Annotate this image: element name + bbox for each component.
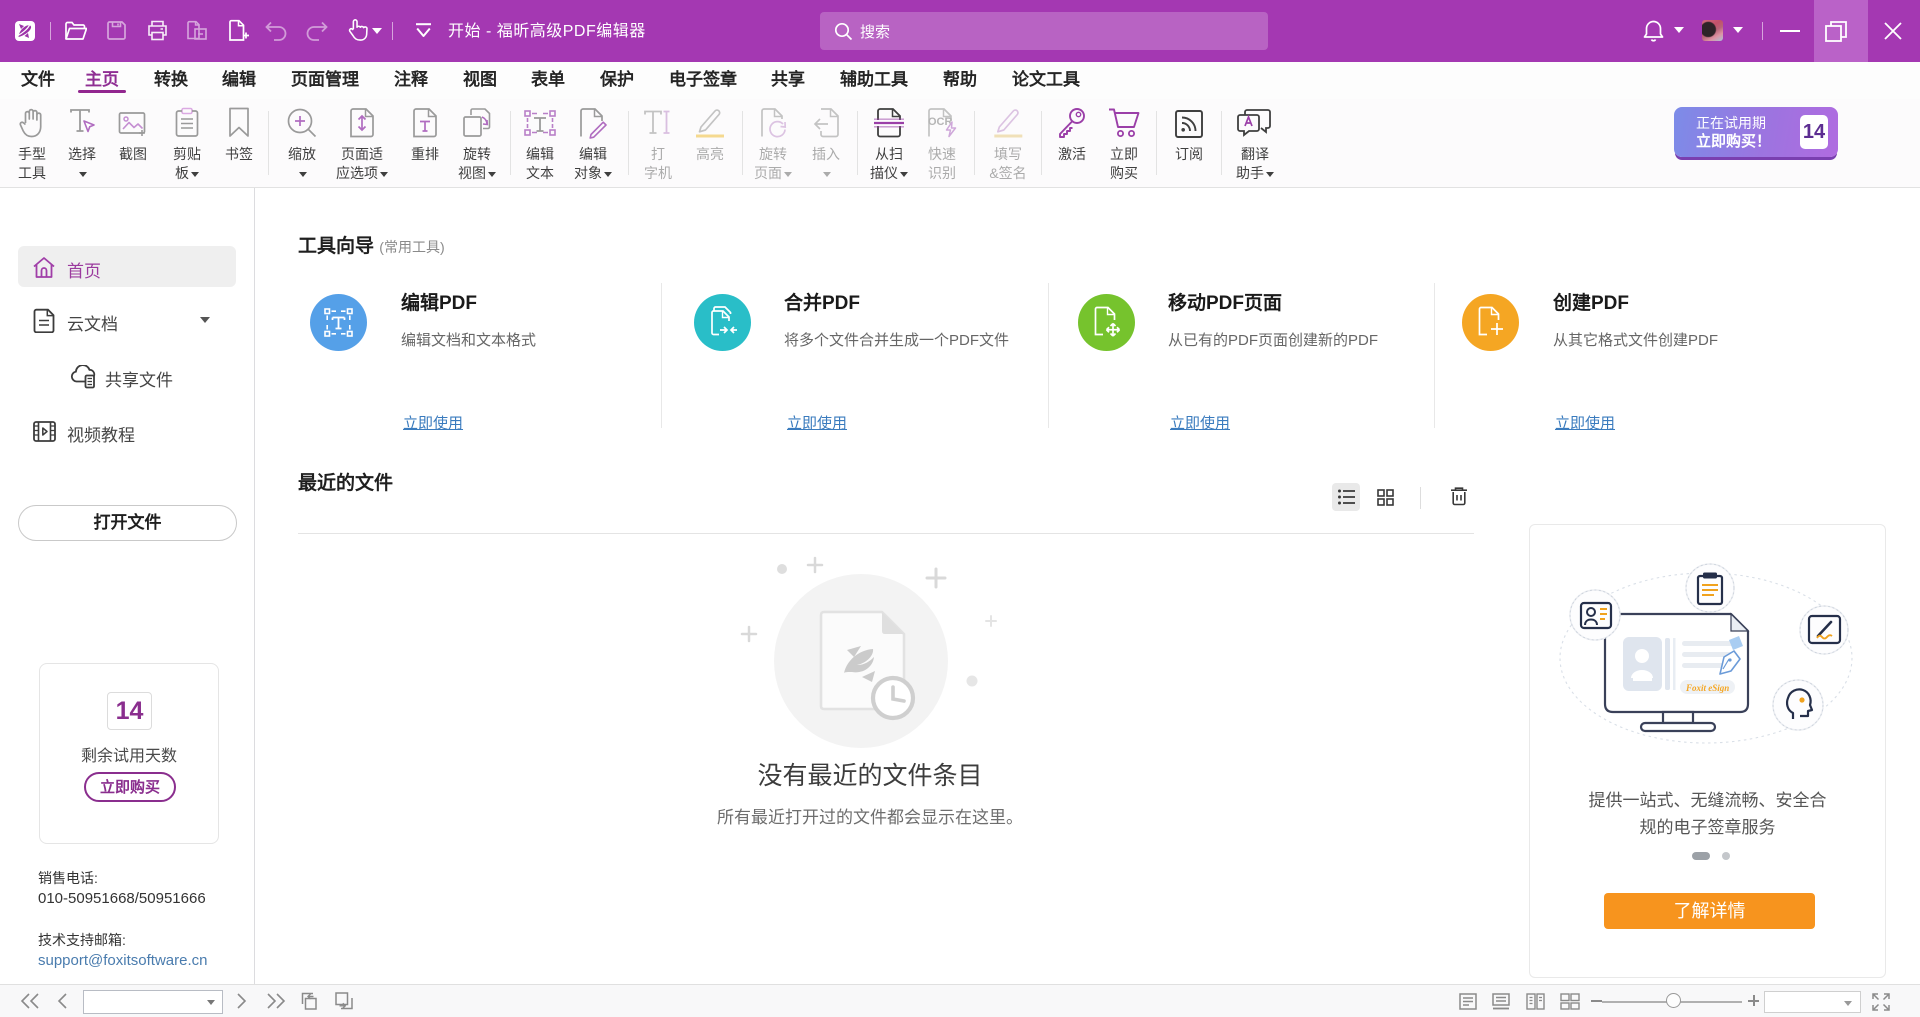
svg-text:Foxit eSign: Foxit eSign (1685, 683, 1729, 693)
